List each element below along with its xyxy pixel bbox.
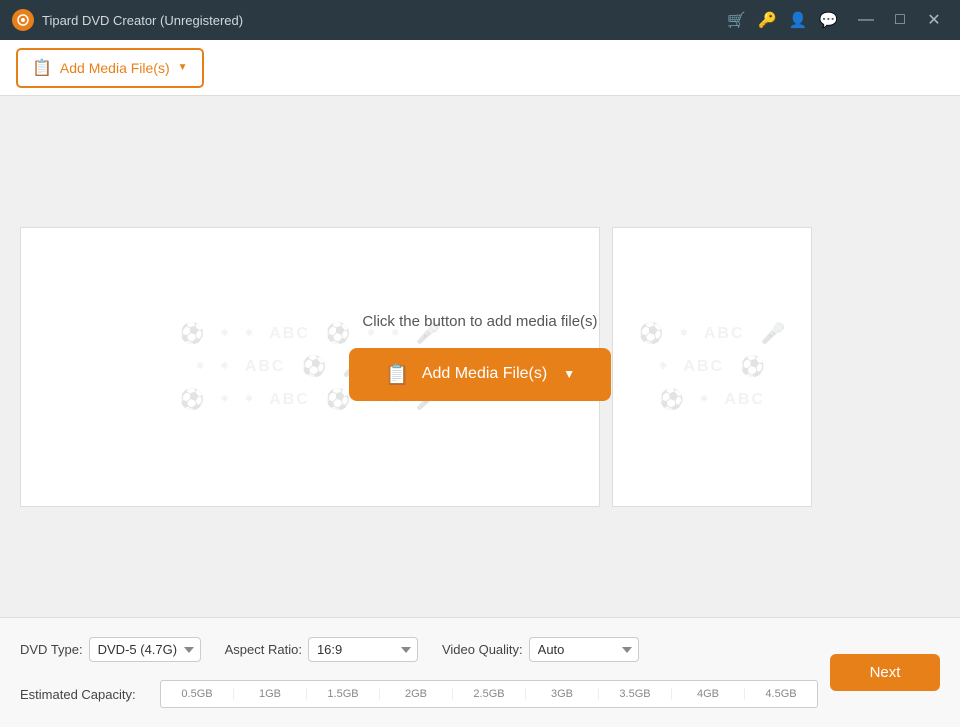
capacity-row: Estimated Capacity: 0.5GB 1GB 1.5GB 2GB … — [20, 680, 818, 708]
main-add-media-label: Add Media File(s) — [422, 365, 547, 383]
maximize-button[interactable]: □ — [886, 6, 914, 34]
titlebar: Tipard DVD Creator (Unregistered) 🛒 🔑 👤 … — [0, 0, 960, 40]
cart-icon[interactable]: 🛒 — [727, 11, 746, 29]
tick-7: 4GB — [671, 688, 744, 700]
tick-5: 3GB — [525, 688, 598, 700]
app-icon — [12, 9, 34, 31]
add-media-toolbar-icon: 📋 — [32, 58, 52, 78]
tick-0: 0.5GB — [161, 688, 233, 700]
tick-1: 1GB — [233, 688, 306, 700]
minimize-button[interactable]: — — [852, 6, 880, 34]
tick-3: 2GB — [379, 688, 452, 700]
bottom-controls: DVD Type: DVD-5 (4.7G) DVD-9 (8.5G) Aspe… — [20, 637, 818, 662]
main-dropdown-arrow-icon: ▼ — [563, 367, 575, 381]
window-controls: — □ ✕ — [852, 6, 948, 34]
toolbar-add-media-button[interactable]: 📋 Add Media File(s) ▼ — [16, 48, 204, 88]
key-icon[interactable]: 🔑 — [758, 11, 777, 29]
toolbar: 📋 Add Media File(s) ▼ — [0, 40, 960, 96]
center-overlay: Click the button to add media file(s) 📋 … — [349, 313, 611, 401]
aspect-ratio-group: Aspect Ratio: 16:9 4:3 — [225, 637, 418, 662]
video-quality-label: Video Quality: — [442, 642, 523, 657]
toolbar-add-media-label: Add Media File(s) — [60, 60, 170, 76]
tick-4: 2.5GB — [452, 688, 525, 700]
add-instruction-text: Click the button to add media file(s) — [362, 313, 597, 330]
close-button[interactable]: ✕ — [920, 6, 948, 34]
tick-6: 3.5GB — [598, 688, 671, 700]
tick-8: 4.5GB — [744, 688, 817, 700]
app-title: Tipard DVD Creator (Unregistered) — [42, 13, 727, 28]
bottom-bar: DVD Type: DVD-5 (4.7G) DVD-9 (8.5G) Aspe… — [0, 617, 960, 727]
watermark-panel-right: ⚽✱ ABC 🎤 ✱ABC⚽ ⚽✱ ABC — [612, 227, 812, 507]
dvd-type-label: DVD Type: — [20, 642, 83, 657]
dvd-type-group: DVD Type: DVD-5 (4.7G) DVD-9 (8.5G) — [20, 637, 201, 662]
user-icon[interactable]: 👤 — [789, 11, 808, 29]
toolbar-dropdown-arrow-icon: ▼ — [178, 62, 188, 73]
capacity-ticks: 0.5GB 1GB 1.5GB 2GB 2.5GB 3GB 3.5GB 4GB … — [161, 681, 817, 707]
main-content: ⚽✱✱ ABC ⚽✱✱ 🎤 ✱✱ ABC ⚽🎤ABC ⚽✱✱ ABC ⚽✱✱ 🎤 — [0, 96, 960, 617]
main-add-media-button[interactable]: 📋 Add Media File(s) ▼ — [349, 348, 611, 401]
aspect-ratio-select[interactable]: 16:9 4:3 — [308, 637, 418, 662]
aspect-ratio-label: Aspect Ratio: — [225, 642, 302, 657]
capacity-bar: 0.5GB 1GB 1.5GB 2GB 2.5GB 3GB 3.5GB 4GB … — [160, 680, 818, 708]
video-quality-group: Video Quality: Auto High Medium Low — [442, 637, 639, 662]
estimated-capacity-label: Estimated Capacity: — [20, 687, 150, 702]
dvd-type-select[interactable]: DVD-5 (4.7G) DVD-9 (8.5G) — [89, 637, 201, 662]
next-button[interactable]: Next — [830, 654, 940, 691]
chat-icon[interactable]: 💬 — [819, 11, 838, 29]
video-quality-select[interactable]: Auto High Medium Low — [529, 637, 639, 662]
add-media-main-icon: 📋 — [385, 362, 410, 387]
tick-2: 1.5GB — [306, 688, 379, 700]
tray-icons-group: 🛒 🔑 👤 💬 — [727, 11, 838, 29]
